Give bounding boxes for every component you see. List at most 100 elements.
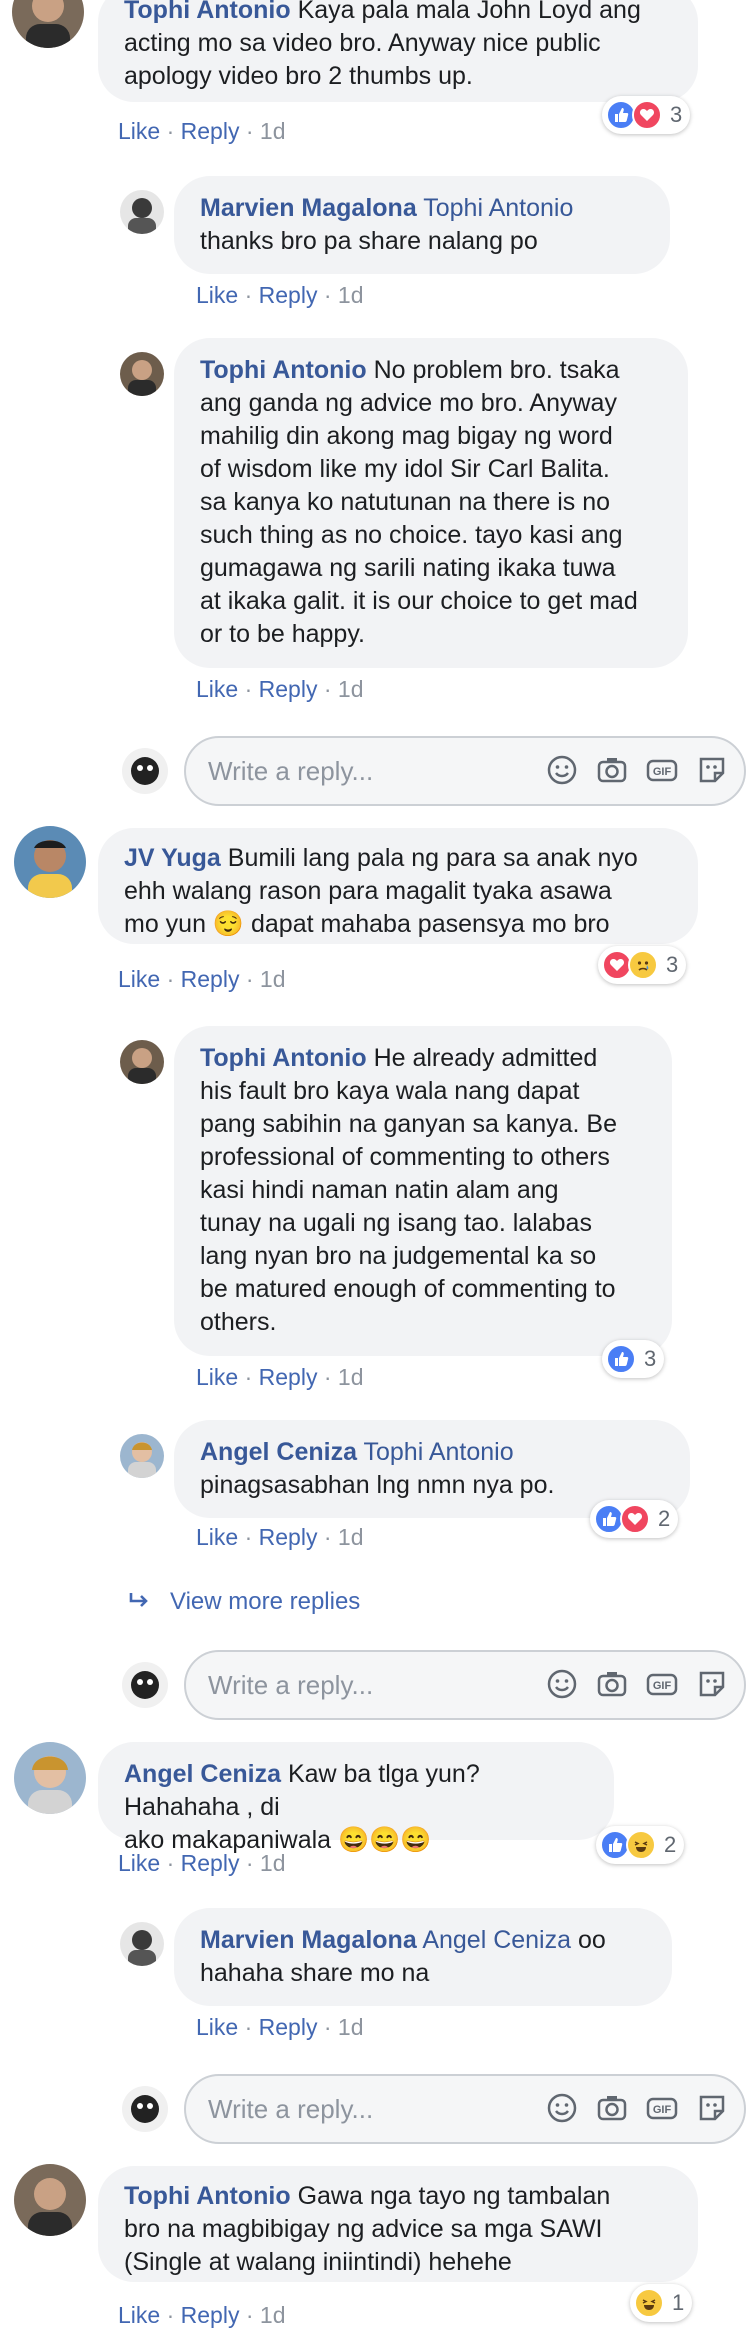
comment-bubble: Marvien Magalona Angel Ceniza oo hahaha … bbox=[174, 1908, 672, 2006]
reaction-summary[interactable]: 3 bbox=[602, 96, 691, 134]
comment-author[interactable]: Marvien Magalona bbox=[200, 194, 417, 222]
comment-author[interactable]: Angel Ceniza bbox=[124, 1760, 281, 1788]
current-user-avatar bbox=[122, 2086, 168, 2132]
reaction-summary[interactable]: 3 bbox=[602, 1340, 665, 1378]
comment-timestamp[interactable]: 1d bbox=[338, 2014, 364, 2040]
comment-text: thanks bro pa share nalang po bbox=[200, 227, 538, 255]
comment-text: others. bbox=[200, 1308, 277, 1336]
comment-author[interactable]: Marvien Magalona bbox=[200, 1926, 417, 1954]
comment-author[interactable]: JV Yuga bbox=[124, 844, 221, 872]
comment-bubble: Marvien Magalona Tophi Antonio thanks br… bbox=[174, 176, 670, 274]
comment-text: mahilig din akong mag bigay ng word bbox=[200, 422, 613, 450]
reply-input[interactable]: Write a reply... GIF bbox=[184, 1650, 746, 1720]
reply-placeholder: Write a reply... bbox=[208, 1670, 374, 1700]
reply-button[interactable]: Reply bbox=[259, 1524, 318, 1550]
emoji-icon[interactable] bbox=[544, 752, 580, 788]
reply-button[interactable]: Reply bbox=[181, 118, 240, 144]
comment-timestamp[interactable]: 1d bbox=[260, 966, 286, 992]
comment-timestamp[interactable]: 1d bbox=[338, 1524, 364, 1550]
avatar[interactable] bbox=[14, 1742, 86, 1814]
comment-timestamp[interactable]: 1d bbox=[338, 676, 364, 702]
like-button[interactable]: Like bbox=[118, 1850, 160, 1876]
reply-button[interactable]: Reply bbox=[181, 966, 240, 992]
reaction-summary[interactable]: 2 bbox=[590, 1500, 679, 1538]
like-button[interactable]: Like bbox=[196, 2014, 238, 2040]
sticker-icon[interactable] bbox=[694, 752, 730, 788]
reply-button[interactable]: Reply bbox=[259, 676, 318, 702]
gif-icon[interactable]: GIF bbox=[644, 752, 680, 788]
reply-placeholder: Write a reply... bbox=[208, 756, 374, 786]
reply-button[interactable]: Reply bbox=[181, 2302, 240, 2328]
avatar[interactable] bbox=[120, 190, 164, 234]
reply-button[interactable]: Reply bbox=[259, 2014, 318, 2040]
comment-text: tunay na ugali ng isang tao. lalabas bbox=[200, 1209, 592, 1237]
comment-timestamp[interactable]: 1d bbox=[338, 1364, 364, 1390]
sticker-icon[interactable] bbox=[694, 1666, 730, 1702]
like-button[interactable]: Like bbox=[118, 2302, 160, 2328]
sticker-icon[interactable] bbox=[694, 2090, 730, 2126]
svg-text:GIF: GIF bbox=[653, 1680, 672, 1692]
mention-link[interactable]: Tophi Antonio bbox=[363, 1438, 513, 1466]
comment-text: or to be happy. bbox=[200, 620, 365, 648]
comment-author[interactable]: Angel Ceniza bbox=[200, 1438, 357, 1466]
comment-text: hahaha share mo na bbox=[200, 1959, 430, 1987]
comment-text: mo yun 😌 dapat mahaba pasensya mo bro bbox=[124, 910, 610, 938]
svg-text:GIF: GIF bbox=[653, 2104, 672, 2116]
camera-icon[interactable] bbox=[594, 1666, 630, 1702]
mention-link[interactable]: Tophi Antonio bbox=[423, 194, 573, 222]
like-button[interactable]: Like bbox=[196, 1364, 238, 1390]
avatar[interactable] bbox=[120, 1434, 164, 1478]
camera-icon[interactable] bbox=[594, 2090, 630, 2126]
reply-input[interactable]: Write a reply... GIF bbox=[184, 2074, 746, 2144]
reply-input[interactable]: Write a reply... GIF bbox=[184, 736, 746, 806]
comment-timestamp[interactable]: 1d bbox=[260, 1850, 286, 1876]
avatar[interactable] bbox=[12, 0, 84, 48]
comment-author[interactable]: Tophi Antonio bbox=[200, 356, 367, 384]
reaction-summary[interactable]: 3 bbox=[598, 946, 687, 984]
comment-author[interactable]: Tophi Antonio bbox=[200, 1044, 367, 1072]
like-reaction-icon bbox=[606, 1344, 636, 1374]
like-button[interactable]: Like bbox=[196, 1524, 238, 1550]
comment-text: of wisdom like my idol Sir Carl Balita. bbox=[200, 455, 610, 483]
gif-icon[interactable]: GIF bbox=[644, 1666, 680, 1702]
emoji-icon[interactable] bbox=[544, 2090, 580, 2126]
comment-text: ehh walang rason para magalit tyaka asaw… bbox=[124, 877, 612, 905]
current-user-avatar bbox=[122, 1662, 168, 1708]
avatar[interactable] bbox=[14, 2164, 86, 2236]
camera-icon[interactable] bbox=[594, 752, 630, 788]
comment-author[interactable]: Tophi Antonio bbox=[124, 0, 291, 24]
comment-timestamp[interactable]: 1d bbox=[260, 118, 286, 144]
reply-button[interactable]: Reply bbox=[259, 1364, 318, 1390]
comment-timestamp[interactable]: 1d bbox=[338, 282, 364, 308]
comment-actions: Like · Reply · 1d bbox=[196, 282, 364, 308]
svg-text:GIF: GIF bbox=[653, 766, 672, 778]
comment-text: sa kanya ko natutunan na there is no bbox=[200, 488, 611, 516]
avatar[interactable] bbox=[120, 1922, 164, 1966]
comment-actions: Like · Reply · 1d bbox=[196, 676, 364, 702]
comment-text: Bumili lang pala ng para sa anak nyo bbox=[227, 844, 638, 872]
comment-bubble: Tophi Antonio Kaya pala mala John Loyd a… bbox=[98, 0, 698, 102]
comment-text: at ikaka galit. it is our choice to get … bbox=[200, 587, 638, 615]
mention-link[interactable]: Angel Ceniza bbox=[422, 1926, 571, 1954]
like-button[interactable]: Like bbox=[196, 282, 238, 308]
gif-icon[interactable]: GIF bbox=[644, 2090, 680, 2126]
avatar[interactable] bbox=[120, 1040, 164, 1084]
comment-actions: Like · Reply · 1d bbox=[118, 966, 286, 992]
reaction-summary[interactable]: 1 bbox=[630, 2284, 693, 2322]
reply-button[interactable]: Reply bbox=[181, 1850, 240, 1876]
avatar[interactable] bbox=[14, 826, 86, 898]
reply-button[interactable]: Reply bbox=[259, 282, 318, 308]
reaction-count: 1 bbox=[672, 2290, 685, 2315]
emoji-icon[interactable] bbox=[544, 1666, 580, 1702]
comment-text: He already admitted bbox=[373, 1044, 598, 1072]
view-more-replies-link[interactable]: View more replies bbox=[128, 1588, 360, 1616]
comment-author[interactable]: Tophi Antonio bbox=[124, 2182, 291, 2210]
reaction-summary[interactable]: 2 bbox=[596, 1826, 685, 1864]
comment-timestamp[interactable]: 1d bbox=[260, 2302, 286, 2328]
like-button[interactable]: Like bbox=[196, 676, 238, 702]
like-button[interactable]: Like bbox=[118, 966, 160, 992]
like-button[interactable]: Like bbox=[118, 118, 160, 144]
comment-actions: Like · Reply · 1d bbox=[196, 2014, 364, 2040]
avatar[interactable] bbox=[120, 352, 164, 396]
comment-bubble: Tophi Antonio No problem bro. tsaka ang … bbox=[174, 338, 688, 668]
